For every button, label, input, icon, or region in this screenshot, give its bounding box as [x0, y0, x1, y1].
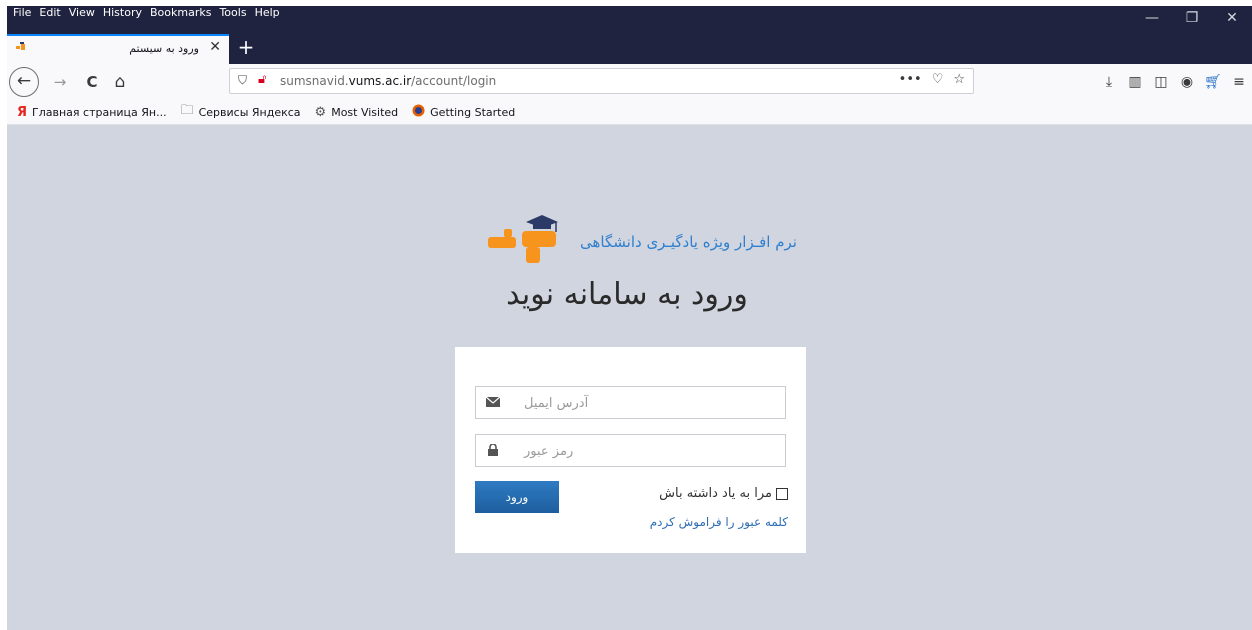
menu-hamburger-icon[interactable]: ≡: [1226, 69, 1252, 95]
remember-me-checkbox[interactable]: [776, 487, 788, 500]
navid-logo-icon: [488, 215, 558, 263]
url-domain: vums.ac.ir: [348, 74, 412, 88]
logo-tagline: نرم افـزار ویژه یادگیـری دانشگاهی: [580, 233, 797, 251]
bookmark-star-icon[interactable]: ☆: [953, 72, 965, 87]
navid-logo: نرم افـزار ویژه یادگیـری دانشگاهی: [486, 213, 797, 273]
login-form: آدرس ایمیل رمز عبور ورود مرا به یاد داشت…: [455, 347, 806, 553]
toolbar-icons: ⤓ ▥ ◫ ◉ 🛒︎ ≡: [1096, 69, 1252, 95]
cart-icon[interactable]: 🛒︎: [1200, 69, 1226, 95]
menu-history[interactable]: History: [103, 6, 142, 22]
tab-close-icon[interactable]: ✕: [209, 39, 221, 55]
menu-edit[interactable]: Edit: [39, 6, 60, 22]
remember-me-label: مرا به یاد داشته باش: [659, 486, 772, 501]
back-button[interactable]: ←: [9, 67, 39, 97]
bookmark-label: Главная страница Ян...: [32, 105, 167, 119]
window-controls: — ❐ ✕: [1132, 6, 1252, 30]
yandex-icon: Я: [17, 104, 28, 120]
title-bar: File Edit View History Bookmarks Tools H…: [7, 6, 1252, 34]
minimize-button[interactable]: —: [1132, 6, 1172, 30]
tab-login[interactable]: ورود به سیستم ✕: [7, 34, 229, 64]
password-placeholder: رمز عبور: [524, 444, 574, 459]
login-button[interactable]: ورود: [475, 481, 559, 513]
email-placeholder: آدرس ایمیل: [524, 396, 589, 411]
email-field[interactable]: آدرس ایمیل: [475, 386, 786, 419]
padlock-icon: [488, 444, 498, 456]
remember-me[interactable]: مرا به یاد داشته باش: [659, 486, 788, 501]
menu-view[interactable]: View: [69, 6, 95, 22]
tracking-shield-icon[interactable]: ⛉: [238, 73, 247, 88]
tab-bar: ورود به سیستم ✕ +: [7, 34, 1252, 64]
navigation-toolbar: ← → C ⌂ ⛉ 🔓︎ sumsnavid.vums.ac.ir/accoun…: [7, 64, 1252, 100]
close-window-button[interactable]: ✕: [1212, 6, 1252, 30]
url-prefix: sumsnavid.: [280, 74, 349, 88]
address-bar-actions: ••• ♡ ☆: [899, 72, 965, 87]
downloads-icon[interactable]: ⤓: [1096, 69, 1122, 95]
bookmarks-toolbar: Я Главная страница Ян... 🗀︎ Сервисы Янде…: [7, 100, 1252, 125]
menu-bar: File Edit View History Bookmarks Tools H…: [7, 6, 280, 22]
pocket-icon[interactable]: ♡: [932, 72, 944, 87]
folder-icon: 🗀︎: [180, 103, 194, 118]
bookmark-getting-started[interactable]: Getting Started: [412, 104, 515, 121]
password-field[interactable]: رمز عبور: [475, 434, 786, 467]
new-tab-button[interactable]: +: [235, 36, 257, 58]
browser-window: File Edit View History Bookmarks Tools H…: [0, 0, 1252, 630]
insecure-lock-icon[interactable]: 🔓︎: [258, 72, 266, 87]
menu-help[interactable]: Help: [255, 6, 280, 22]
menu-bookmarks[interactable]: Bookmarks: [150, 6, 211, 22]
sidebar-icon[interactable]: ◫: [1148, 69, 1174, 95]
menu-file[interactable]: File: [13, 6, 31, 22]
bookmark-most-visited[interactable]: ⚙ Most Visited: [315, 105, 399, 120]
reload-button[interactable]: C: [79, 69, 105, 95]
home-button[interactable]: ⌂: [107, 69, 133, 95]
firefox-icon: [412, 104, 425, 121]
navid-favicon-icon: [16, 42, 25, 50]
bookmark-label: Сервисы Яндекса: [198, 105, 301, 119]
gear-icon: ⚙: [314, 104, 327, 120]
forgot-password-link[interactable]: کلمه عبور را فراموش کردم: [650, 515, 788, 529]
bookmark-yandex-home[interactable]: Я Главная страница Ян...: [17, 105, 167, 120]
menu-tools[interactable]: Tools: [219, 6, 246, 22]
page-actions-icon[interactable]: •••: [899, 72, 922, 87]
forward-button[interactable]: →: [47, 69, 73, 95]
bookmark-label: Getting Started: [430, 105, 516, 119]
envelope-icon: [486, 396, 500, 407]
url-path: /account/login: [411, 74, 497, 88]
library-icon[interactable]: ▥: [1122, 69, 1148, 95]
restore-button[interactable]: ❐: [1172, 6, 1212, 30]
bookmark-label: Most Visited: [331, 105, 399, 119]
page-title: ورود به سامانه نوید: [506, 277, 748, 312]
url-text[interactable]: sumsnavid.vums.ac.ir/account/login: [280, 74, 496, 88]
address-bar[interactable]: ⛉ 🔓︎ sumsnavid.vums.ac.ir/account/login …: [229, 68, 974, 94]
account-icon[interactable]: ◉: [1174, 69, 1200, 95]
page-content: نرم افـزار ویژه یادگیـری دانشگاهی ورود ب…: [7, 125, 1252, 630]
bookmark-yandex-services[interactable]: 🗀︎ Сервисы Яндекса: [181, 101, 301, 123]
tab-title: ورود به سیستم: [129, 42, 199, 55]
